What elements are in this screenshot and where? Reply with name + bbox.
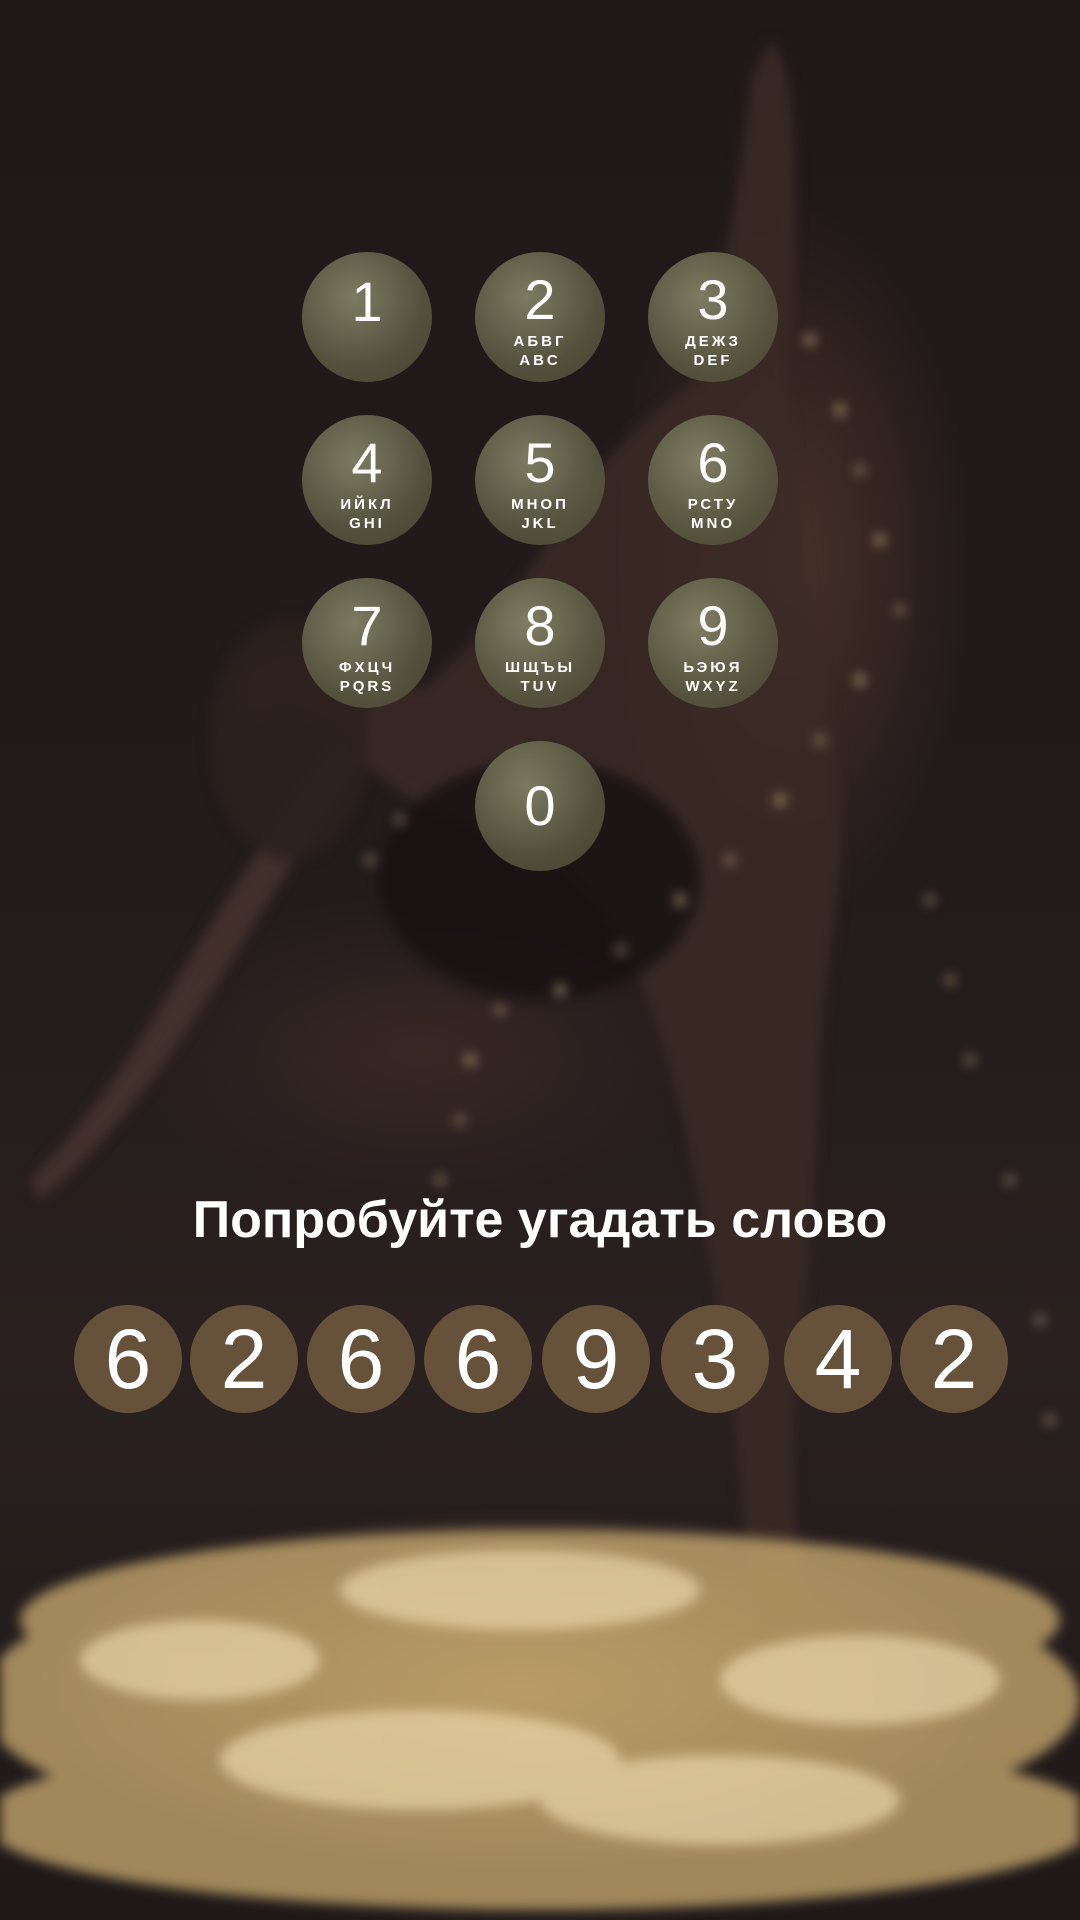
- keypad-key-0[interactable]: 0: [475, 741, 605, 871]
- key-digit: 1: [351, 270, 383, 333]
- keypad-key-3[interactable]: 3 ДЕЖЗ DEF: [648, 252, 778, 382]
- key-letters-latin: ABC: [519, 352, 561, 369]
- key-letters-cyrillic: ЬЭЮЯ: [683, 659, 743, 676]
- keypad-key-5[interactable]: 5 МНОП JKL: [475, 415, 605, 545]
- key-digit: 8: [524, 594, 556, 657]
- key-letters-cyrillic: РСТУ: [687, 496, 739, 513]
- key-letters-latin: PQRS: [339, 678, 395, 695]
- key-letters-latin: MNO: [691, 515, 735, 532]
- keypad-key-8[interactable]: 8 ШЩЪЫ TUV: [475, 578, 605, 708]
- code-digit: 6: [424, 1305, 532, 1413]
- key-digit: 5: [524, 431, 556, 494]
- key-digit: 6: [697, 431, 729, 494]
- code-digit: 9: [542, 1305, 650, 1413]
- keypad-key-2[interactable]: 2 АБВГ ABC: [475, 252, 605, 382]
- code-digit: 6: [307, 1305, 415, 1413]
- key-digit: 3: [697, 268, 729, 331]
- key-letters-cyrillic: ФХЦЧ: [338, 659, 396, 676]
- key-letters-cyrillic: МНОП: [511, 496, 569, 513]
- key-digit: 4: [351, 431, 383, 494]
- key-letters-latin: DEF: [693, 352, 733, 369]
- key-letters-cyrillic: ИЙКЛ: [340, 496, 394, 513]
- key-letters-cyrillic: АБВГ: [513, 333, 567, 350]
- keypad-key-1[interactable]: 1: [302, 252, 432, 382]
- key-letters-latin: GHI: [349, 515, 385, 532]
- code-digit: 6: [74, 1305, 182, 1413]
- key-digit: 7: [351, 594, 383, 657]
- keypad-key-4[interactable]: 4 ИЙКЛ GHI: [302, 415, 432, 545]
- key-letters-latin: JKL: [521, 515, 559, 532]
- key-digit: 0: [524, 774, 556, 837]
- keypad-key-9[interactable]: 9 ЬЭЮЯ WXYZ: [648, 578, 778, 708]
- key-digit: 2: [524, 268, 556, 331]
- code-digit: 3: [661, 1305, 769, 1413]
- keypad-key-7[interactable]: 7 ФХЦЧ PQRS: [302, 578, 432, 708]
- code-digit: 2: [900, 1305, 1008, 1413]
- screen: 1 2 АБВГ ABC 3 ДЕЖЗ DEF 4 ИЙКЛ GHI 5 МНО…: [0, 0, 1080, 1920]
- key-letters-latin: TUV: [520, 678, 560, 695]
- key-letters-cyrillic: ШЩЪЫ: [504, 659, 576, 676]
- key-letters-latin: WXYZ: [685, 678, 741, 695]
- key-digit: 9: [697, 594, 729, 657]
- code-digit: 4: [784, 1305, 892, 1413]
- code-digit: 2: [190, 1305, 298, 1413]
- key-letters-cyrillic: ДЕЖЗ: [685, 333, 741, 350]
- keypad-key-6[interactable]: 6 РСТУ MNO: [648, 415, 778, 545]
- guess-word-prompt: Попробуйте угадать слово: [192, 1191, 888, 1249]
